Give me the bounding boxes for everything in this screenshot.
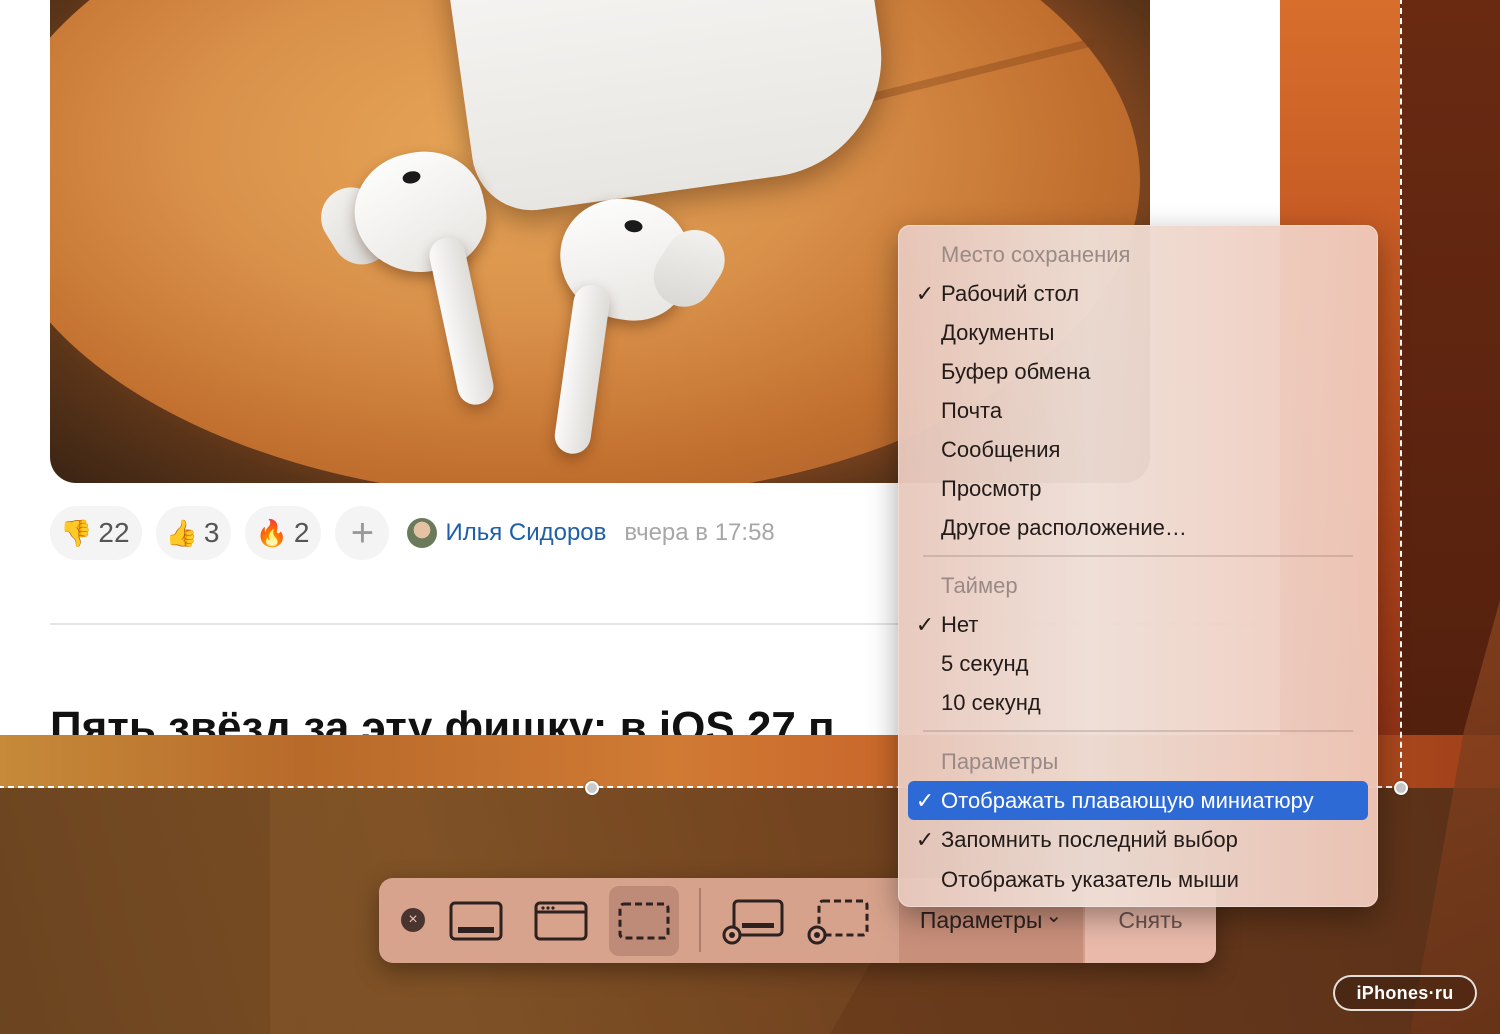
menu-item-label: Просмотр xyxy=(941,476,1042,501)
capture-selected-window-icon xyxy=(534,901,588,941)
capture-selected-window-button[interactable] xyxy=(526,886,596,956)
menu-item-timer-10s[interactable]: 10 секунд xyxy=(908,683,1368,722)
capture-entire-screen-button[interactable] xyxy=(441,886,511,956)
menu-item-timer-none[interactable]: ✓ Нет xyxy=(908,605,1368,644)
checkmark-icon: ✓ xyxy=(915,612,935,637)
close-icon[interactable]: × xyxy=(401,908,425,932)
menu-item-preview[interactable]: Просмотр xyxy=(908,469,1368,508)
site-watermark: iPhones·ru xyxy=(1333,975,1477,1011)
menu-item-show-mouse-pointer[interactable]: Отображать указатель мыши xyxy=(908,860,1368,899)
record-selected-portion-icon xyxy=(807,899,869,945)
selection-handle-bottom[interactable] xyxy=(585,781,599,795)
menu-item-desktop[interactable]: ✓ Рабочий стол xyxy=(908,274,1368,313)
menu-item-label: Сообщения xyxy=(941,437,1061,462)
menu-item-mail[interactable]: Почта xyxy=(908,391,1368,430)
menu-item-label: Нет xyxy=(941,612,979,637)
selection-handle-bottom-right[interactable] xyxy=(1394,781,1408,795)
capture-entire-screen-icon xyxy=(449,901,503,941)
menu-separator xyxy=(923,555,1353,557)
menu-separator xyxy=(923,730,1353,732)
menu-item-documents[interactable]: Документы xyxy=(908,313,1368,352)
menu-item-label: Другое расположение… xyxy=(941,515,1187,540)
record-entire-screen-icon xyxy=(722,899,784,945)
menu-item-messages[interactable]: Сообщения xyxy=(908,430,1368,469)
menu-item-other-location[interactable]: Другое расположение… xyxy=(908,508,1368,547)
menu-item-remember-last-selection[interactable]: ✓ Запомнить последний выбор xyxy=(908,820,1368,859)
record-selected-portion-button[interactable] xyxy=(804,886,874,956)
menu-item-label: 5 секунд xyxy=(941,651,1029,676)
options-dropdown-menu: Место сохранения ✓ Рабочий стол Документ… xyxy=(898,225,1378,907)
menu-section-title-save-location: Место сохранения xyxy=(941,242,1131,267)
menu-item-label: Рабочий стол xyxy=(941,281,1080,306)
menu-item-label: Отображать плавающую миниатюру xyxy=(941,788,1314,813)
menu-item-label: Документы xyxy=(941,320,1055,345)
menu-item-clipboard[interactable]: Буфер обмена xyxy=(908,352,1368,391)
menu-item-label: Отображать указатель мыши xyxy=(941,867,1239,892)
menu-item-timer-5s[interactable]: 5 секунд xyxy=(908,644,1368,683)
menu-item-label: Буфер обмена xyxy=(941,359,1091,384)
toolbar-separator xyxy=(699,888,701,952)
menu-item-show-floating-thumbnail[interactable]: ✓ Отображать плавающую миниатюру xyxy=(908,781,1368,820)
checkmark-icon: ✓ xyxy=(915,788,935,813)
capture-selected-portion-button[interactable] xyxy=(609,886,679,956)
options-label: Параметры xyxy=(919,907,1043,933)
menu-section-title-options: Параметры xyxy=(941,749,1059,774)
capture-selected-portion-icon xyxy=(618,902,670,940)
record-entire-screen-button[interactable] xyxy=(719,886,789,956)
menu-item-label: Почта xyxy=(941,398,1003,423)
checkmark-icon: ✓ xyxy=(915,281,935,306)
menu-item-label: 10 секунд xyxy=(941,690,1041,715)
menu-section-title-timer: Таймер xyxy=(941,573,1018,598)
menu-item-label: Запомнить последний выбор xyxy=(941,827,1238,852)
checkmark-icon: ✓ xyxy=(915,827,935,852)
